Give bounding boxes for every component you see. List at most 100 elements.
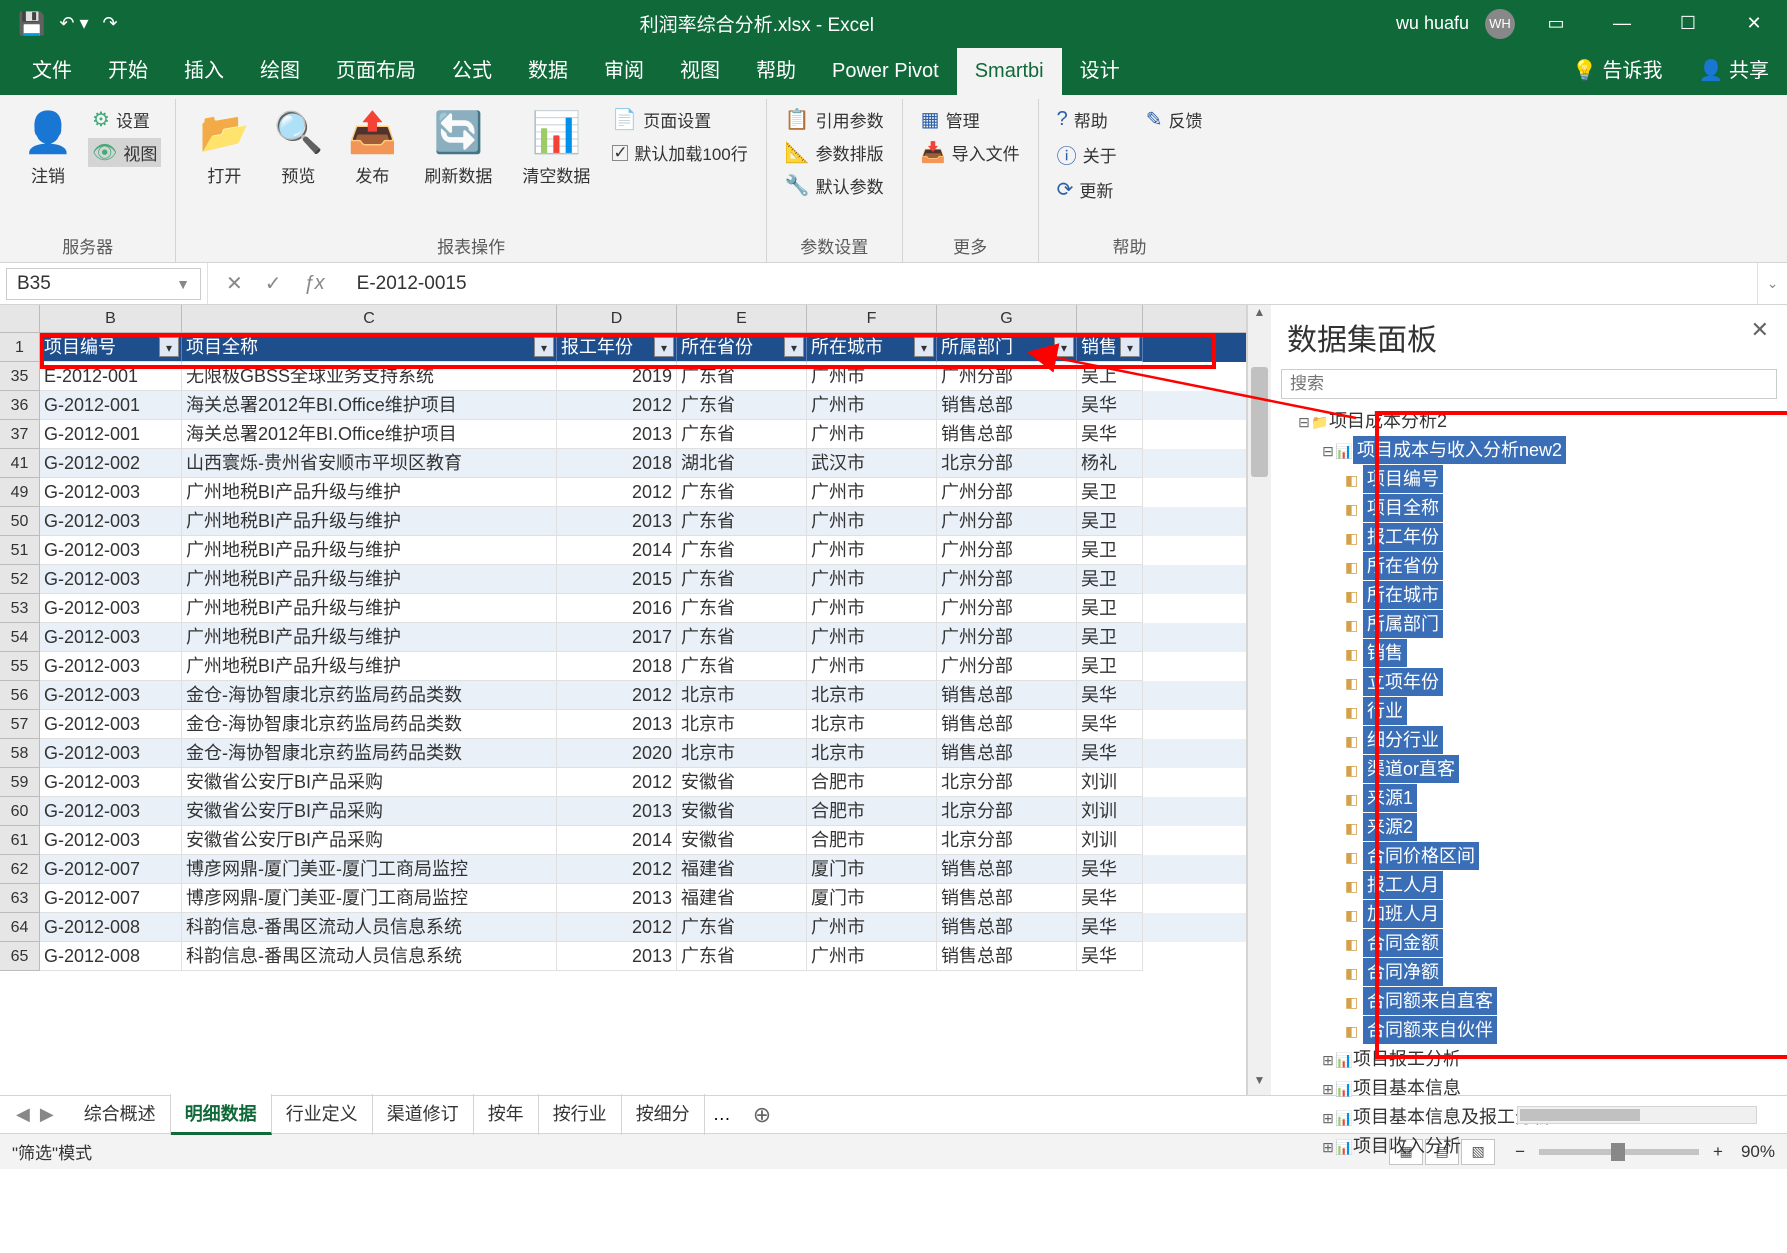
cell[interactable]: 北京分部 [937, 768, 1077, 797]
tab-smartbi[interactable]: Smartbi [957, 48, 1062, 95]
name-box[interactable]: B35▼ [6, 268, 201, 300]
cell[interactable]: G-2012-001 [40, 391, 182, 420]
cell[interactable]: 广州分部 [937, 565, 1077, 594]
row-header[interactable]: 53 [0, 594, 40, 623]
row-header[interactable]: 63 [0, 884, 40, 913]
accept-formula-icon[interactable]: ✓ [265, 271, 282, 296]
cell[interactable]: 广东省 [677, 536, 807, 565]
tab-home[interactable]: 开始 [90, 42, 166, 95]
cell[interactable]: 北京市 [807, 739, 937, 768]
cell[interactable]: 2012 [557, 913, 677, 942]
cell[interactable]: 福建省 [677, 855, 807, 884]
col-header[interactable]: D [557, 305, 677, 332]
tree-field[interactable]: ◧合同额来自直客 [1281, 987, 1777, 1016]
cell[interactable]: 厦门市 [807, 884, 937, 913]
sheet-nav-next-icon[interactable]: ▶ [40, 1104, 54, 1125]
cell[interactable]: 广州市 [807, 913, 937, 942]
undo-icon[interactable]: ↶ ▾ [59, 13, 88, 34]
update-button[interactable]: ⟳更新 [1053, 175, 1207, 204]
cell[interactable]: 吴卫 [1077, 594, 1143, 623]
row-header[interactable]: 1 [0, 333, 40, 362]
select-all[interactable] [0, 305, 40, 332]
cell[interactable]: G-2012-003 [40, 565, 182, 594]
panel-search-input[interactable] [1281, 369, 1777, 399]
cell[interactable]: 合肥市 [807, 797, 937, 826]
cell[interactable]: 北京市 [807, 681, 937, 710]
tree-node[interactable]: ⊞📊项目收入分析 [1281, 1132, 1777, 1161]
cell[interactable]: 吴上 [1077, 362, 1143, 391]
row-header[interactable]: 65 [0, 942, 40, 971]
cell[interactable]: G-2012-007 [40, 884, 182, 913]
open-button[interactable]: 📂打开 [190, 105, 258, 191]
tree-field[interactable]: ◧合同净额 [1281, 958, 1777, 987]
row-header[interactable]: 55 [0, 652, 40, 681]
tab-help[interactable]: 帮助 [738, 42, 814, 95]
cell[interactable]: 安徽省公安厅BI产品采购 [182, 797, 557, 826]
table-header[interactable]: 销售▾ [1077, 333, 1143, 362]
cell[interactable]: 销售总部 [937, 913, 1077, 942]
cell[interactable]: 2013 [557, 507, 677, 536]
cell[interactable]: 广州分部 [937, 478, 1077, 507]
sheet-tab[interactable]: 按行业 [539, 1094, 622, 1135]
col-header[interactable]: B [40, 305, 182, 332]
cell[interactable]: 广州分部 [937, 594, 1077, 623]
tree-node[interactable]: ⊟📁项目成本分析2 [1281, 407, 1777, 436]
cell[interactable]: 海关总署2012年BI.Office维护项目 [182, 391, 557, 420]
cell[interactable]: 广东省 [677, 623, 807, 652]
tab-review[interactable]: 审阅 [586, 42, 662, 95]
tree-field[interactable]: ◧项目编号 [1281, 465, 1777, 494]
table-header[interactable]: 项目全称▾ [182, 333, 557, 362]
cell[interactable]: 2013 [557, 710, 677, 739]
cell[interactable]: 2014 [557, 536, 677, 565]
sheet-tab[interactable]: 渠道修订 [373, 1094, 474, 1135]
help-button[interactable]: ?帮助 [1053, 105, 1112, 134]
filter-icon[interactable]: ▾ [159, 337, 179, 357]
scroll-up-icon[interactable]: ▲ [1248, 305, 1271, 327]
tree-field[interactable]: ◧销售 [1281, 639, 1777, 668]
filter-icon[interactable]: ▾ [1054, 337, 1074, 357]
settings-button[interactable]: ⚙设置 [88, 105, 161, 134]
panel-close-icon[interactable]: ✕ [1751, 317, 1769, 343]
tree-field[interactable]: ◧报工人月 [1281, 871, 1777, 900]
chevron-down-icon[interactable]: ▼ [176, 276, 190, 292]
cell[interactable]: 合肥市 [807, 826, 937, 855]
cell[interactable]: 北京分部 [937, 826, 1077, 855]
cell[interactable]: 销售总部 [937, 855, 1077, 884]
cell[interactable]: 合肥市 [807, 768, 937, 797]
refresh-button[interactable]: 🔄刷新数据 [412, 105, 504, 191]
cell[interactable]: 广州市 [807, 391, 937, 420]
cell[interactable]: 2013 [557, 420, 677, 449]
sheet-tab[interactable]: 综合概述 [70, 1094, 171, 1135]
filter-icon[interactable]: ▾ [914, 337, 934, 357]
cell[interactable]: 广东省 [677, 652, 807, 681]
cell[interactable]: 金仓-海协智康北京药监局药品类数 [182, 681, 557, 710]
cell[interactable]: G-2012-001 [40, 420, 182, 449]
cell[interactable]: 北京分部 [937, 449, 1077, 478]
cell[interactable]: 吴卫 [1077, 565, 1143, 594]
tab-insert[interactable]: 插入 [166, 42, 242, 95]
cell[interactable]: 安徽省 [677, 826, 807, 855]
page-setup-button[interactable]: 📄页面设置 [608, 105, 751, 134]
tree-field[interactable]: ◧报工年份 [1281, 523, 1777, 552]
cell[interactable]: 2012 [557, 681, 677, 710]
table-header[interactable]: 所在省份▾ [677, 333, 807, 362]
cell[interactable]: 2019 [557, 362, 677, 391]
row-header[interactable]: 35 [0, 362, 40, 391]
maximize-icon[interactable]: ☐ [1663, 0, 1713, 47]
tree-field[interactable]: ◧来源1 [1281, 784, 1777, 813]
tab-data[interactable]: 数据 [510, 42, 586, 95]
cell[interactable]: 安徽省公安厅BI产品采购 [182, 768, 557, 797]
import-button[interactable]: 📥导入文件 [917, 138, 1024, 167]
cell[interactable]: 销售总部 [937, 391, 1077, 420]
sheet-tab[interactable]: 明细数据 [171, 1094, 272, 1135]
zoom-slider[interactable] [1539, 1149, 1699, 1155]
cell[interactable]: 2018 [557, 652, 677, 681]
cell[interactable]: 北京分部 [937, 797, 1077, 826]
tab-draw[interactable]: 绘图 [242, 42, 318, 95]
cell[interactable]: G-2012-003 [40, 797, 182, 826]
default-param-button[interactable]: 🔧默认参数 [781, 171, 888, 200]
cell[interactable]: 销售总部 [937, 942, 1077, 971]
cell[interactable]: 广州市 [807, 623, 937, 652]
cell[interactable]: 吴卫 [1077, 507, 1143, 536]
cell[interactable]: G-2012-003 [40, 507, 182, 536]
